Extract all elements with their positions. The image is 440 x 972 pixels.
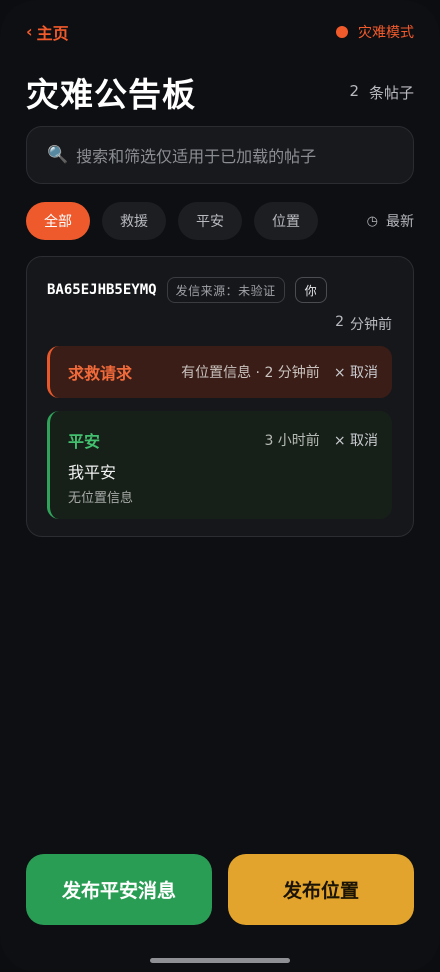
screen: ‹ 主页 灾难模式 灾难公告板 2 条帖子 🔍 搜索和筛选仅适用于已加载的帖子 … [0,0,440,972]
safe-location: 无位置信息 [68,491,134,506]
filter-bar: 全部 救援 平安 位置 ◷ 最新 [26,201,414,241]
safe-message: 我平安 [68,463,117,482]
post-safe-button[interactable]: 发布平安消息 [26,854,212,925]
filter-chip-rescue[interactable]: 救援 [102,202,166,240]
filter-chip-all[interactable]: 全部 [26,202,90,240]
top-bar: ‹ 主页 灾难模式 [26,20,414,44]
source-badge: 发信来源：未验证 [166,277,285,303]
sort-label: 最新 [386,214,414,230]
header: 灾难公告板 2 条帖子 [26,70,414,114]
you-badge: 你 [294,277,327,303]
post-count-value: 2 [349,81,359,100]
sos-label: 求救请求 [68,364,133,383]
clock-icon: ◷ [366,213,378,229]
post-time: 2 分钟前 [335,314,392,334]
chevron-left-icon: ‹ [26,22,33,41]
sos-cancel-button[interactable]: × 取消 [334,362,378,382]
back-button[interactable]: ‹ 主页 [26,20,69,44]
filter-chip-location[interactable]: 位置 [254,202,318,240]
search-icon: 🔍 [47,145,69,165]
safe-time: 3 小时前 [264,433,320,449]
page-title: 灾难公告板 [26,75,196,114]
post-time-value: 2 [335,314,344,330]
disaster-mode-indicator[interactable]: 灾难模式 [336,22,414,42]
post-count: 2 条帖子 [349,82,414,103]
user-id: BA65EJHB5EYMQ [47,282,157,298]
filter-chip-safe[interactable]: 平安 [178,202,242,240]
safe-header: 平安 3 小时前 × 取消 [68,428,378,452]
safe-meta: 3 小时前 × 取消 [264,430,378,450]
search-input[interactable]: 🔍 搜索和筛选仅适用于已加载的帖子 [26,126,414,184]
safe-status-item[interactable]: 平安 3 小时前 × 取消 我平安 无位置信息 [47,411,392,519]
mode-label: 灾难模式 [358,25,414,41]
post-card-header: BA65EJHB5EYMQ 发信来源：未验证 你 [47,277,393,303]
sort-button[interactable]: ◷ 最新 [367,211,414,231]
home-indicator[interactable] [150,958,290,963]
status-dot-icon [336,26,348,38]
safe-label: 平安 [68,432,101,451]
sos-meta: 有位置信息 · 2 分钟前 × 取消 [181,362,378,382]
post-count-unit: 条帖子 [368,83,414,102]
back-label: 主页 [36,24,69,43]
post-time-unit: 分钟前 [350,317,392,333]
post-location-button[interactable]: 发布位置 [228,854,414,925]
safe-cancel-button[interactable]: × 取消 [334,430,378,450]
search-placeholder: 搜索和筛选仅适用于已加载的帖子 [76,147,317,166]
sos-request-item[interactable]: 求救请求 有位置信息 · 2 分钟前 × 取消 [47,346,392,398]
sos-meta-text: 有位置信息 · 2 分钟前 [181,365,320,381]
